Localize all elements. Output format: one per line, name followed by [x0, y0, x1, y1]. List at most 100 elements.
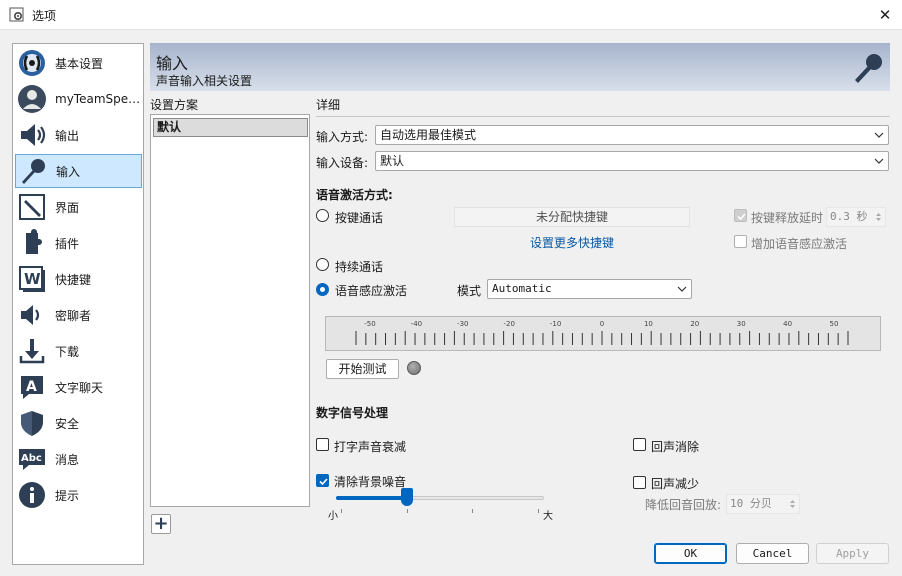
continuous-label: 持续通话: [335, 260, 384, 274]
voice-level-meter: -50 -40 -30 -20 -10 0 10 20 30 40 50: [325, 316, 881, 351]
svg-text:Abc: Abc: [21, 453, 42, 464]
ptt-label: 按键通话: [335, 211, 384, 225]
release-delay-checkbox[interactable]: [734, 209, 747, 222]
chevron-down-icon: [874, 158, 884, 164]
window-title: 选项: [32, 9, 57, 23]
input-device-value: 默认: [380, 154, 405, 168]
sidebar-item-hotkeys[interactable]: W 快捷键: [15, 262, 142, 296]
details-header: 详细: [316, 98, 341, 112]
meter-tick-label: -30: [457, 320, 468, 328]
meter-tick-label: -20: [503, 320, 514, 328]
chevron-down-icon: [677, 286, 687, 292]
meter-tick-label: 0: [600, 320, 604, 328]
denoise-checkbox[interactable]: [316, 474, 329, 487]
title-bar: [0, 0, 902, 30]
input-mode-label: 输入方式:: [316, 130, 369, 144]
messages-icon: Abc: [15, 442, 49, 476]
vad-label: 语音感应激活: [335, 284, 408, 298]
sidebar-item-label: 提示: [55, 488, 80, 503]
release-delay-value: 0.3 秒: [830, 210, 868, 223]
echo-reduce-label: 回声减少: [651, 477, 700, 491]
download-icon: [15, 334, 49, 368]
apply-button[interactable]: Apply: [816, 543, 889, 564]
input-mode-select[interactable]: 自动选用最佳模式: [375, 125, 889, 145]
text-chat-icon: A: [15, 370, 49, 404]
denoise-slider-thumb[interactable]: [400, 488, 413, 506]
microphone-icon: [16, 154, 50, 188]
add-vad-checkbox[interactable]: [734, 235, 747, 248]
meter-tick-label: -50: [364, 320, 375, 328]
typing-attenuation-checkbox[interactable]: [316, 438, 329, 451]
slider-tick: [407, 509, 408, 513]
sidebar-item-security[interactable]: 安全: [15, 406, 142, 440]
meter-tick-label: 20: [690, 320, 699, 328]
info-icon: [15, 478, 49, 512]
echo-cancel-label: 回声消除: [651, 440, 700, 454]
sidebar-item-label: myTeamSpe…: [55, 92, 141, 106]
svg-text:A: A: [26, 379, 37, 395]
ok-button[interactable]: OK: [654, 543, 727, 564]
close-button[interactable]: ✕: [872, 3, 898, 27]
input-device-select[interactable]: 默认: [375, 151, 889, 171]
vad-mode-value: Automatic: [492, 282, 552, 295]
pen-icon: [15, 190, 49, 224]
vad-mode-select[interactable]: Automatic: [487, 279, 692, 299]
profiles-list: [150, 114, 310, 507]
sidebar-item-label: 密聊者: [55, 308, 92, 323]
user-avatar-icon: [15, 82, 49, 116]
meter-tick-label: -40: [411, 320, 422, 328]
chevron-down-icon: [874, 132, 884, 138]
sidebar-item-downloads[interactable]: 下载: [15, 334, 142, 368]
plus-icon: +: [153, 513, 169, 534]
sidebar-item-myteamspeak[interactable]: myTeamSpe…: [15, 82, 142, 116]
add-vad-label: 增加语音感应激活: [751, 237, 848, 251]
add-profile-button[interactable]: +: [151, 514, 171, 534]
hotkey-icon: W: [15, 262, 49, 296]
ptt-radio[interactable]: [316, 209, 329, 222]
vad-radio[interactable]: [316, 283, 329, 296]
release-delay-spinbox[interactable]: 0.3 秒: [826, 207, 886, 227]
sidebar-item-label: 下载: [55, 344, 80, 359]
denoise-slider-fill: [336, 496, 407, 500]
sidebar-item-plugins[interactable]: 插件: [15, 226, 142, 260]
echo-reduce-checkbox[interactable]: [633, 476, 646, 489]
dsp-section-title: 数字信号处理: [316, 406, 389, 420]
meter-tick-label: 30: [737, 320, 746, 328]
echo-reduce-sub-label: 降低回音回放:: [645, 498, 722, 512]
activation-section-title: 语音激活方式:: [316, 188, 393, 202]
typing-attenuation-label: 打字声音衰减: [334, 440, 407, 454]
sidebar-item-text-chat[interactable]: A 文字聊天: [15, 370, 142, 404]
mode-label: 模式: [457, 284, 482, 298]
sidebar-item-label: 安全: [55, 416, 80, 431]
sidebar-item-label: 插件: [55, 236, 80, 251]
hotkey-assign-button[interactable]: 未分配快捷键: [454, 207, 690, 227]
more-hotkeys-link[interactable]: 设置更多快捷键: [530, 234, 614, 251]
profile-item-default[interactable]: 默认: [153, 118, 308, 137]
cancel-button[interactable]: Cancel: [736, 543, 809, 564]
sidebar-item-interface[interactable]: 界面: [15, 190, 142, 224]
details-divider: [316, 116, 890, 117]
spin-arrows-icon: [876, 213, 881, 221]
echo-reduce-spinbox[interactable]: 10 分贝: [726, 494, 800, 514]
echo-reduce-value: 10 分贝: [730, 497, 772, 510]
sidebar-item-messages[interactable]: Abc 消息: [15, 442, 142, 476]
slider-max-label: 大: [543, 511, 553, 522]
echo-cancel-checkbox[interactable]: [633, 438, 646, 451]
sidebar-item-label: 基本设置: [55, 56, 104, 71]
voice-activity-indicator: [407, 361, 421, 375]
sidebar-item-input[interactable]: 输入: [15, 154, 142, 188]
meter-tick-label: -10: [550, 320, 561, 328]
meter-tick-label: 50: [830, 320, 839, 328]
start-test-button[interactable]: 开始测试: [326, 359, 399, 379]
sidebar-item-notifications[interactable]: 提示: [15, 478, 142, 512]
sidebar-item-output[interactable]: 输出: [15, 118, 142, 152]
sidebar-item-general[interactable]: 基本设置: [15, 46, 142, 80]
sidebar-item-whisper[interactable]: 密聊者: [15, 298, 142, 332]
continuous-radio[interactable]: [316, 258, 329, 271]
general-settings-icon: [15, 46, 49, 80]
spin-arrows-icon: [790, 500, 795, 508]
sidebar-item-label: 快捷键: [55, 272, 92, 287]
category-sidebar: 基本设置 myTeamSpe… 输出 输入 界面 插件 W 快捷键 密聊者 下载…: [12, 43, 144, 565]
profiles-header: 设置方案: [150, 98, 199, 112]
release-delay-label: 按键释放延时: [751, 211, 824, 225]
